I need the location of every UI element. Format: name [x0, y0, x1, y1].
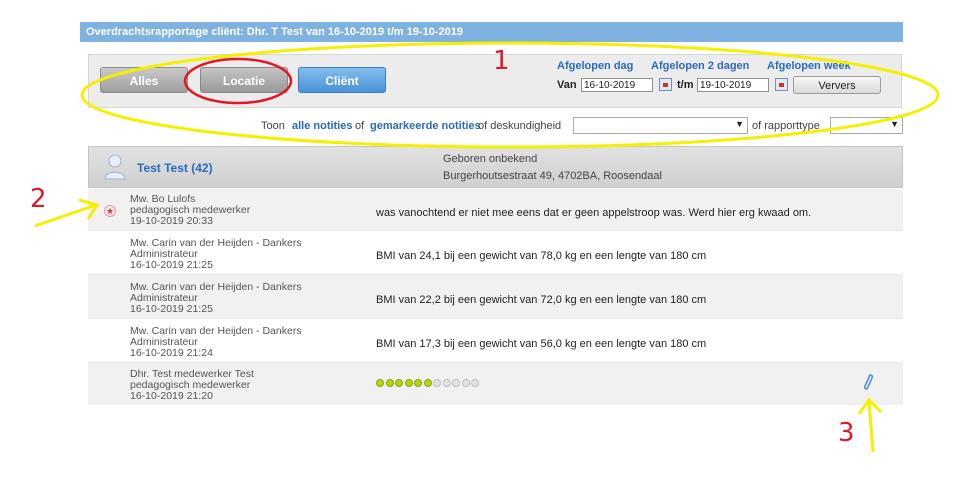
note-text: BMI van 22,2 bij een gewicht van 72,0 kg… — [376, 294, 707, 306]
rating-dot — [471, 379, 479, 387]
note-date: 16-10-2019 21:25 — [130, 303, 213, 315]
all-notes-link[interactable]: alle notities — [292, 120, 353, 132]
marked-notes-link[interactable]: gemarkeerde notities — [370, 120, 481, 132]
rating-dot — [461, 379, 470, 387]
note-text: BMI van 17,3 bij een gewicht van 56,0 kg… — [376, 338, 707, 350]
note-author-block: Mw. Carin van der Heijden - Dankers Admi… — [130, 326, 302, 359]
annotation-number-3: 3 — [838, 418, 855, 448]
period-week-link[interactable]: Afgelopen week — [767, 60, 851, 72]
avatar-icon — [104, 154, 126, 180]
note-date: 16-10-2019 21:24 — [130, 347, 213, 359]
client-button[interactable]: Cliënt — [298, 67, 386, 93]
rating-dot — [414, 379, 422, 387]
rating-dot — [433, 379, 441, 387]
from-date-input[interactable]: 16-10-2019 — [581, 78, 653, 92]
alles-button[interactable]: Alles — [100, 67, 188, 93]
chevron-down-icon: ▼ — [735, 119, 744, 129]
note-author-block: Mw. Carin van der Heijden - Dankers Admi… — [130, 238, 302, 271]
note-text: BMI van 24,1 bij een gewicht van 78,0 kg… — [376, 250, 707, 262]
period-two-days-link[interactable]: Afgelopen 2 dagen — [651, 60, 749, 72]
annotation-number-1: 1 — [493, 46, 510, 76]
expertise-label: of deskundigheid — [478, 120, 562, 132]
rating-dot — [376, 379, 384, 387]
rating-dot — [423, 379, 432, 387]
expertise-select[interactable]: ▼ — [573, 117, 748, 134]
chevron-down-icon: ▼ — [890, 119, 899, 129]
refresh-button[interactable]: Ververs — [793, 76, 881, 94]
marked-star-icon[interactable]: ★ — [104, 205, 116, 217]
locatie-button[interactable]: Locatie — [200, 67, 288, 93]
client-born: Geboren onbekend — [443, 153, 538, 165]
type-label: of rapporttype — [752, 120, 820, 132]
period-day-link[interactable]: Afgelopen dag — [557, 60, 633, 72]
rating-dot — [385, 379, 394, 387]
to-date-input[interactable]: 19-10-2019 — [697, 78, 769, 92]
rating-dot — [395, 379, 403, 387]
from-label: Van — [557, 79, 577, 91]
paperclip-icon[interactable] — [862, 372, 874, 392]
note-date: 19-10-2019 20:33 — [130, 215, 213, 227]
rating-dot — [442, 379, 451, 387]
type-select[interactable]: ▼ — [830, 117, 903, 134]
client-name-link[interactable]: Test Test (42) — [137, 161, 213, 175]
note-author-block: Dhr. Test medewerker Test pedagogisch me… — [130, 369, 254, 402]
note-text: was vanochtend er niet mee eens dat er g… — [376, 207, 812, 219]
annotation-number-2: 2 — [30, 184, 47, 214]
rating-dot — [404, 379, 413, 387]
note-author-block: Mw. Carin van der Heijden - Dankers Admi… — [130, 282, 302, 315]
page-title: Overdrachtsrapportage cliënt: Dhr. T Tes… — [80, 22, 903, 42]
calendar-icon[interactable] — [775, 78, 788, 91]
client-address: Burgerhoutsestraat 49, 4702BA, Roosendaa… — [443, 170, 662, 182]
note-date: 16-10-2019 21:20 — [130, 390, 213, 402]
of-label: of — [355, 120, 365, 132]
toon-label: Toon — [261, 120, 285, 132]
note-author-block: Mw. Bo Lulofs pedagogisch medewerker 19-… — [130, 194, 250, 227]
to-label: t/m — [677, 79, 694, 91]
arrow-line — [867, 401, 875, 453]
calendar-icon[interactable] — [659, 78, 672, 91]
note-date: 16-10-2019 21:25 — [130, 259, 213, 271]
rating-dot — [452, 379, 460, 387]
